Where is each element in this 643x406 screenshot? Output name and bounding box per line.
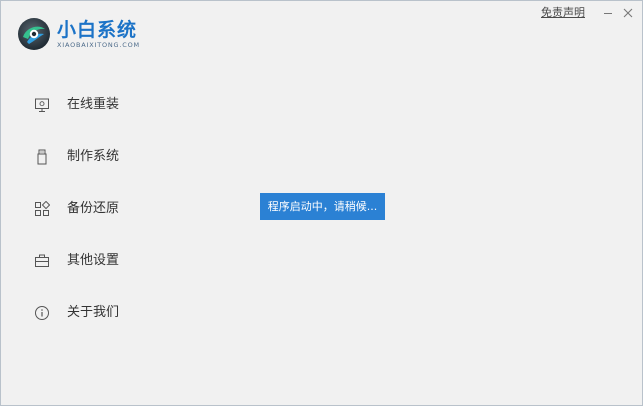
app-subtitle: XIAOBAIXITONG.COM: [57, 40, 140, 49]
grid-blocks-icon: [34, 201, 50, 217]
disclaimer-link[interactable]: 免责声明: [541, 6, 585, 20]
sidebar-menu: 在线重装 制作系统 备份还原 其他设置 关于我们: [1, 79, 201, 339]
app-window: 免责声明 小白系统 XIAOBAIXITONG.COM 在线重装 制作系统 备份…: [0, 0, 643, 406]
minimize-button[interactable]: [600, 6, 616, 20]
info-icon: [34, 305, 50, 321]
app-title: 小白系统: [57, 18, 138, 41]
sidebar-item-backup-restore[interactable]: 备份还原: [1, 183, 201, 235]
briefcase-icon: [34, 253, 50, 269]
close-button[interactable]: [620, 6, 636, 20]
minimize-icon: [604, 13, 612, 14]
sidebar-item-label: 关于我们: [67, 305, 120, 320]
logo-icon: [18, 18, 50, 50]
sidebar-item-label: 备份还原: [67, 201, 120, 216]
loading-toast: 程序启动中，请稍候...: [260, 193, 385, 220]
sidebar-item-about-us[interactable]: 关于我们: [1, 287, 201, 339]
sidebar-item-make-system[interactable]: 制作系统: [1, 131, 201, 183]
sidebar-item-label: 其他设置: [67, 253, 120, 268]
sidebar-item-other-settings[interactable]: 其他设置: [1, 235, 201, 287]
usb-drive-icon: [34, 149, 50, 165]
sidebar-item-label: 在线重装: [67, 97, 120, 112]
sidebar-item-online-reinstall[interactable]: 在线重装: [1, 79, 201, 131]
sidebar-item-label: 制作系统: [67, 149, 120, 164]
title-bar-controls: 免责声明: [541, 6, 636, 20]
close-icon: [623, 8, 633, 18]
app-logo: 小白系统 XIAOBAIXITONG.COM: [17, 17, 140, 51]
monitor-icon: [34, 97, 50, 113]
